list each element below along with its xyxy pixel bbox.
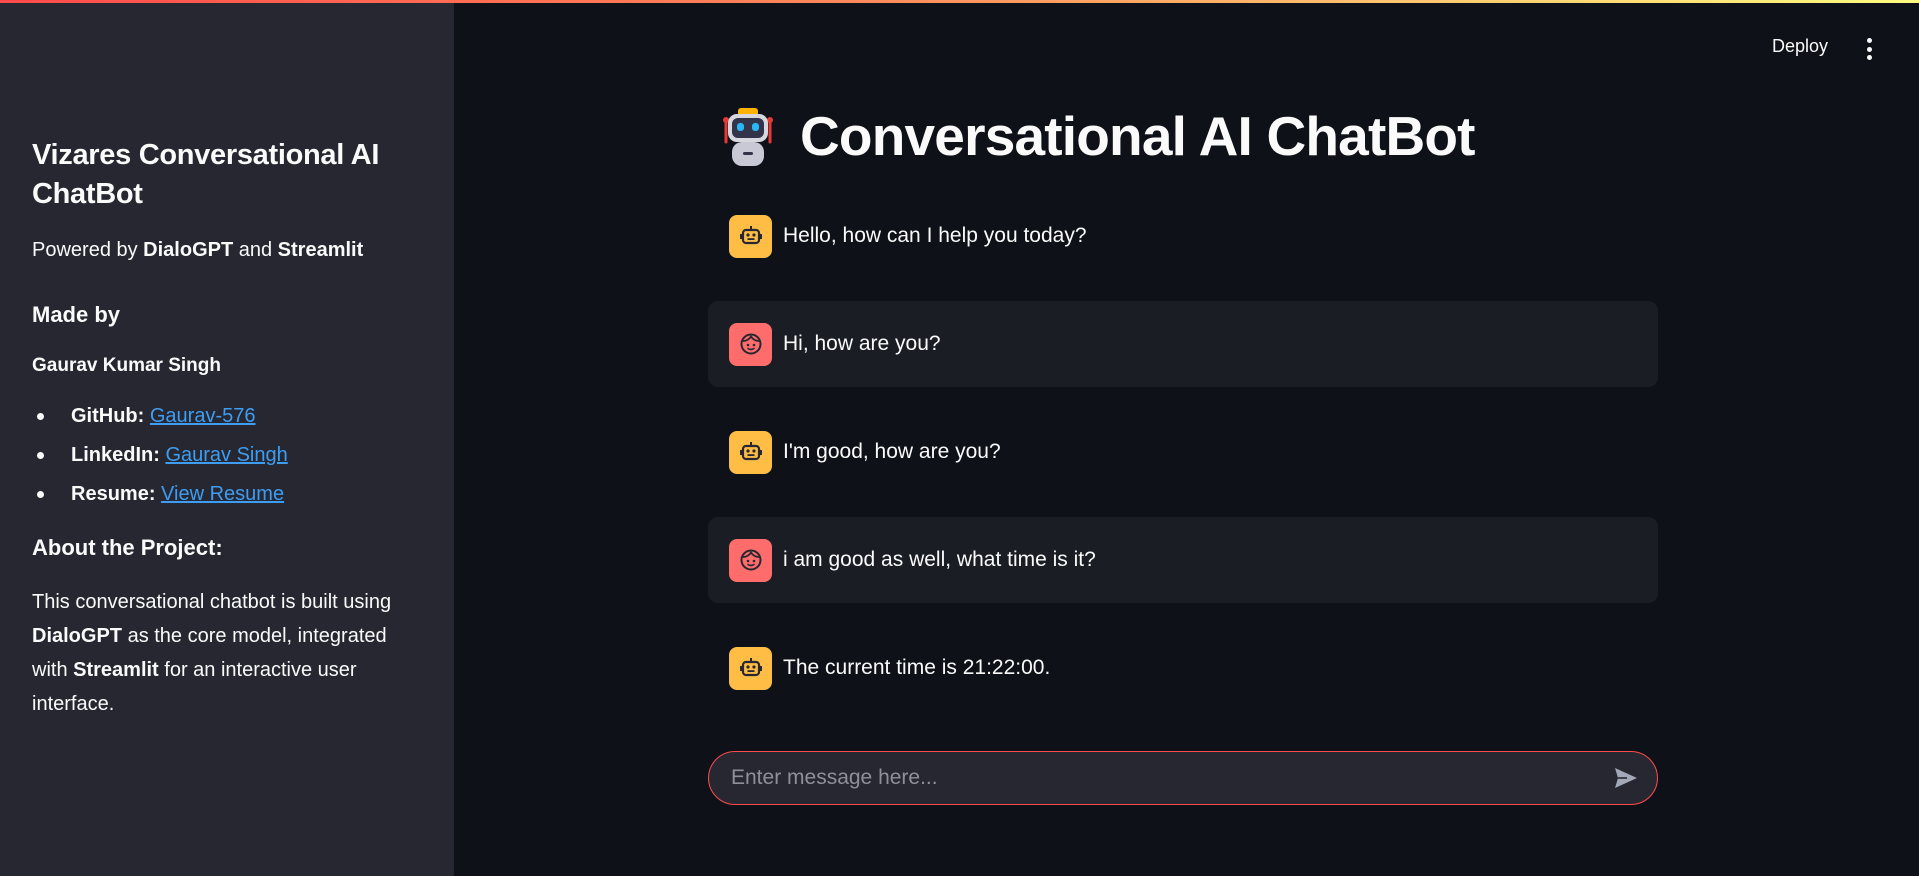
page-title: Conversational AI ChatBot bbox=[800, 105, 1476, 167]
user-avatar bbox=[729, 538, 772, 582]
deploy-button[interactable]: Deploy bbox=[1772, 36, 1828, 57]
send-button[interactable] bbox=[1601, 753, 1651, 803]
message-text: I'm good, how are you? bbox=[783, 440, 1001, 463]
send-icon bbox=[1615, 768, 1637, 788]
bot-icon bbox=[739, 658, 762, 677]
chat-message-assistant: I'm good, how are you? bbox=[708, 409, 1658, 495]
link-item-github: GitHub: Gaurav-576 bbox=[32, 402, 422, 430]
user-face-icon bbox=[740, 549, 761, 571]
sidebar-title: Vizares Conversational AI ChatBot bbox=[32, 139, 380, 210]
chat-input[interactable] bbox=[731, 752, 1601, 804]
message-text: Hello, how can I help you today? bbox=[783, 224, 1087, 247]
chat-message-assistant: The current time is 21:22:00. bbox=[708, 625, 1658, 711]
kebab-menu-icon[interactable] bbox=[1862, 38, 1876, 60]
powered-framework: Streamlit bbox=[277, 239, 364, 261]
user-face-icon bbox=[740, 333, 761, 355]
link-label: GitHub: bbox=[71, 405, 145, 427]
message-text: i am good as well, what time is it? bbox=[783, 548, 1096, 571]
bot-icon bbox=[739, 226, 762, 245]
linkedin-link[interactable]: Gaurav Singh bbox=[165, 444, 287, 466]
powered-model: DialoGPT bbox=[143, 239, 234, 261]
author-name: Gaurav Kumar Singh bbox=[32, 355, 221, 376]
bot-avatar bbox=[729, 214, 772, 258]
bullet-icon bbox=[37, 491, 44, 498]
github-link[interactable]: Gaurav-576 bbox=[150, 405, 256, 427]
chat-input-container bbox=[708, 751, 1658, 805]
bot-icon bbox=[739, 442, 762, 461]
made-by-heading: Made by bbox=[32, 302, 121, 327]
about-text: This conversational chatbot is built usi… bbox=[32, 591, 392, 715]
link-label: LinkedIn: bbox=[71, 444, 160, 466]
resume-link[interactable]: View Resume bbox=[161, 483, 284, 505]
chat-message-assistant: Hello, how can I help you today? bbox=[708, 193, 1658, 279]
chat-message-user: Hi, how are you? bbox=[708, 301, 1658, 387]
sidebar: Vizares Conversational AI ChatBot Powere… bbox=[0, 0, 454, 876]
bullet-icon bbox=[37, 452, 44, 459]
robot-emoji-icon bbox=[723, 108, 773, 166]
message-text: Hi, how are you? bbox=[783, 332, 941, 355]
link-item-resume: Resume: View Resume bbox=[32, 480, 422, 508]
user-avatar bbox=[729, 322, 772, 366]
bot-avatar bbox=[729, 430, 772, 474]
about-heading: About the Project: bbox=[32, 535, 223, 560]
link-label: Resume: bbox=[71, 483, 156, 505]
page-header: Conversational AI ChatBot bbox=[716, 104, 1476, 168]
message-text: The current time is 21:22:00. bbox=[783, 656, 1051, 679]
bullet-icon bbox=[37, 413, 44, 420]
bot-avatar bbox=[729, 646, 772, 690]
powered-by-text: Powered by DialoGPT and Streamlit bbox=[32, 239, 364, 261]
top-decoration-bar bbox=[0, 0, 1919, 3]
profile-links: GitHub: Gaurav-576 LinkedIn: Gaurav Sing… bbox=[32, 402, 422, 508]
chat-message-user: i am good as well, what time is it? bbox=[708, 517, 1658, 603]
link-item-linkedin: LinkedIn: Gaurav Singh bbox=[32, 441, 422, 469]
